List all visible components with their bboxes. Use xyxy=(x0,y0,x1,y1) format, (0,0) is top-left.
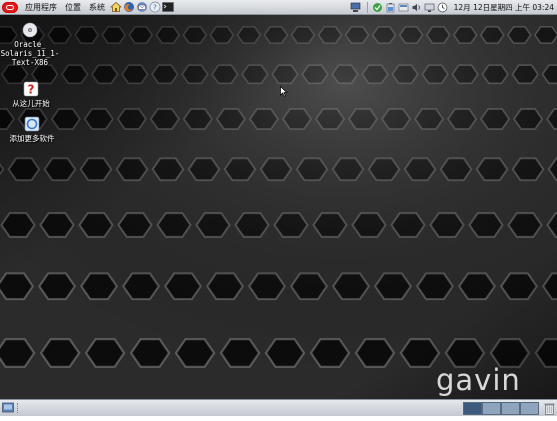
desktop[interactable]: Oracle_ Solaris_11_1- Text-X86 ? 从这儿开始 添… xyxy=(0,15,557,399)
svg-text:?: ? xyxy=(153,4,157,12)
screen-bottom-edge xyxy=(0,416,557,421)
thunderbird-icon[interactable] xyxy=(136,1,148,13)
desktop-icon-label: Oracle_ Solaris_11_1- Text-X86 xyxy=(0,40,60,67)
menu-applications[interactable]: 应用程序 xyxy=(21,2,61,13)
volume-icon[interactable] xyxy=(411,2,423,14)
desktop-icon-label: 从这儿开始 xyxy=(12,99,50,108)
honeycomb-wallpaper xyxy=(0,15,557,399)
clock-icon[interactable] xyxy=(437,2,449,14)
workspace-3[interactable] xyxy=(501,402,520,415)
firefox-icon[interactable] xyxy=(123,1,135,13)
tray-separator xyxy=(366,2,368,13)
desktop-icon-add-software[interactable]: 添加更多软件 xyxy=(2,116,62,143)
add-software-icon xyxy=(24,116,40,132)
desktop-icon-dvd[interactable]: Oracle_ Solaris_11_1- Text-X86 xyxy=(0,22,60,67)
watermark: gavin xyxy=(436,363,521,397)
update-icon[interactable] xyxy=(372,2,384,14)
mouse-cursor-icon xyxy=(280,86,288,97)
menu-places[interactable]: 位置 xyxy=(61,2,85,13)
top-panel: 应用程序 位置 系统 ? 12月 12日星期四 上午 03:24 xyxy=(0,0,557,15)
notify-icon[interactable] xyxy=(398,2,410,14)
workspace-1[interactable] xyxy=(463,402,482,415)
svg-text:?: ? xyxy=(28,83,35,97)
trash-icon[interactable] xyxy=(544,402,555,415)
oracle-logo-icon[interactable] xyxy=(2,1,18,13)
desktop-icon-start-here[interactable]: ? 从这儿开始 xyxy=(1,81,61,108)
show-desktop-icon[interactable] xyxy=(2,402,14,414)
desktop-icon-label: 添加更多软件 xyxy=(9,134,55,143)
help-icon[interactable]: ? xyxy=(149,1,161,13)
network-icon[interactable] xyxy=(350,2,362,14)
monitor-icon[interactable] xyxy=(424,2,436,14)
panel-clock[interactable]: 12月 12日星期四 上午 03:24 xyxy=(450,2,557,13)
home-icon[interactable] xyxy=(110,1,122,13)
dvd-icon xyxy=(22,22,38,38)
battery-icon[interactable] xyxy=(385,2,397,14)
workspace-2[interactable] xyxy=(482,402,501,415)
system-tray: 12月 12日星期四 上午 03:24 xyxy=(350,0,557,15)
bottom-panel xyxy=(0,399,557,416)
menu-system[interactable]: 系统 xyxy=(85,2,109,13)
workspace-switcher[interactable] xyxy=(463,402,539,415)
workspace-4[interactable] xyxy=(520,402,539,415)
help-icon: ? xyxy=(23,81,39,97)
terminal-icon[interactable] xyxy=(162,1,174,13)
window-list[interactable] xyxy=(17,403,412,413)
